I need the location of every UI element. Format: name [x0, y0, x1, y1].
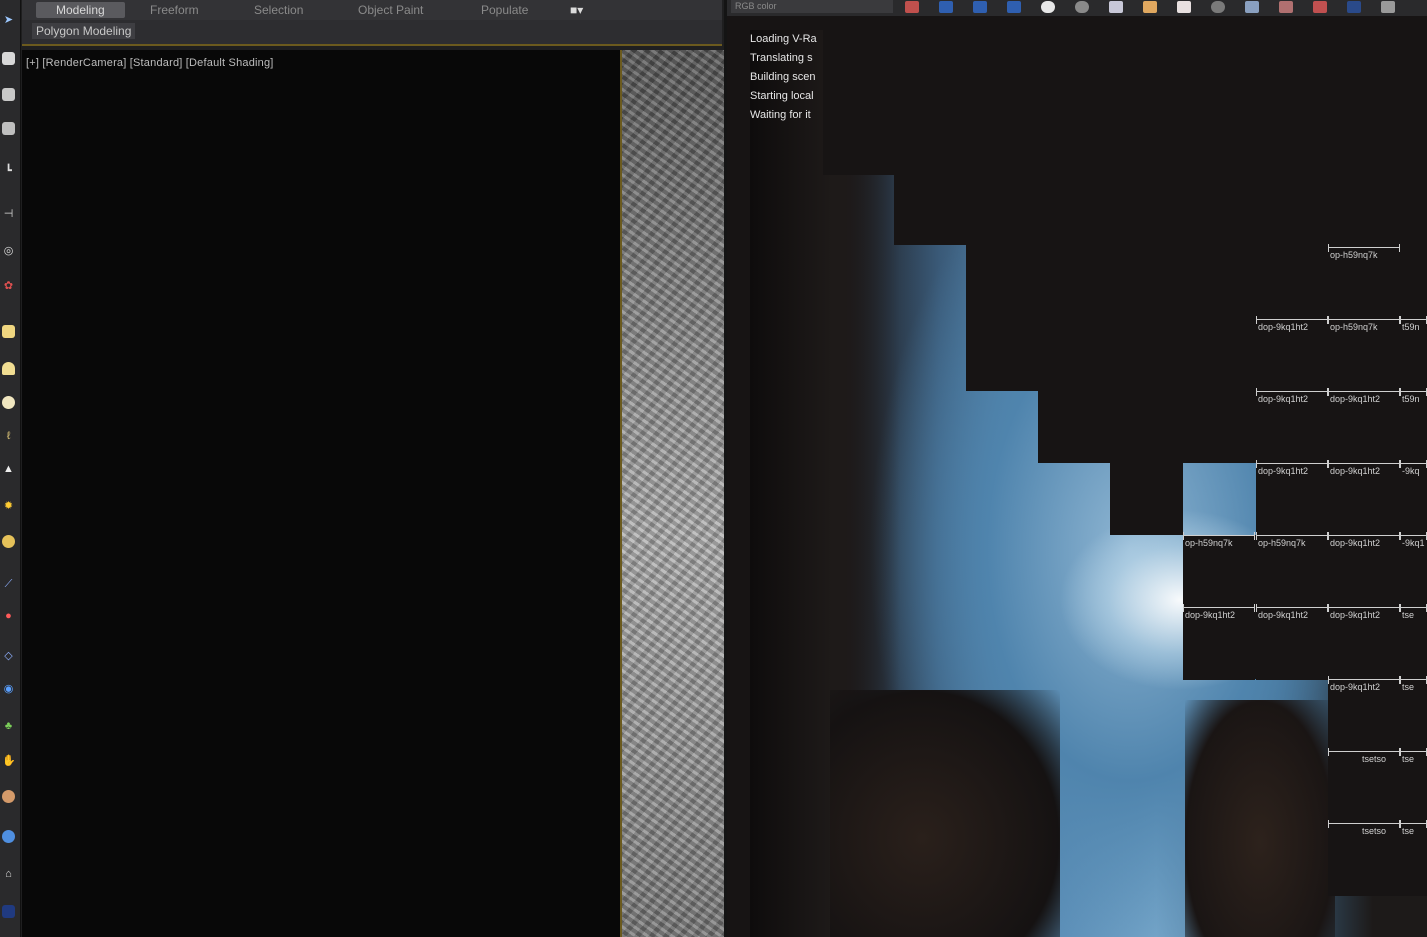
render-bucket: tse: [1400, 676, 1427, 752]
render-camera-viewport[interactable]: [+] [RenderCamera] [Standard] [Default S…: [22, 50, 620, 937]
render-button[interactable]: [1313, 1, 1327, 13]
cone-icon[interactable]: ▲: [2, 463, 15, 476]
viewport-geometry: [620, 50, 726, 937]
sphere-icon[interactable]: [2, 396, 15, 409]
alpha-channel-button[interactable]: [1041, 1, 1055, 13]
render-bucket: tsetso: [1328, 820, 1400, 896]
render-bucket: -9kq1: [1400, 532, 1427, 608]
polygon-modeling-panel[interactable]: Polygon Modeling: [32, 23, 136, 39]
stop-icon[interactable]: [1279, 1, 1293, 13]
render-icon[interactable]: [2, 830, 15, 843]
log-line: Building scen: [750, 71, 816, 83]
leaf-icon[interactable]: ♣: [2, 720, 15, 733]
log-line: Translating s: [750, 52, 813, 64]
render-bucket: dop-9kq1ht2: [1256, 388, 1328, 464]
render-bucket: tse: [1400, 820, 1427, 896]
mono-button[interactable]: [1075, 1, 1089, 13]
frame-buffer-toolbar: RGB color: [727, 0, 1427, 16]
render-bucket: dop-9kq1ht2: [1328, 460, 1400, 536]
log-line: Waiting for it: [750, 109, 811, 121]
grid-icon[interactable]: [2, 122, 15, 135]
light-icon[interactable]: ✹: [2, 500, 15, 513]
unrendered-region: [1110, 463, 1183, 535]
layer-icon[interactable]: [2, 52, 15, 65]
command-toolbar: ➤ ┗ ⊣ ◎ ✿ ℓ ▲ ✹ ⟋ ● ◇ ◉ ♣ ✋ ⌂: [0, 0, 21, 937]
render-bucket: t59n: [1400, 388, 1427, 464]
save-icon[interactable]: [1109, 1, 1123, 13]
ribbon-tabs: Modeling Freeform Selection Object Paint…: [22, 0, 722, 20]
log-line: Starting local: [750, 90, 814, 102]
log-line: Loading V-Ra: [750, 33, 817, 45]
bone-icon[interactable]: ✿: [2, 280, 15, 293]
link-icon[interactable]: ⊣: [2, 208, 15, 221]
circle-icon[interactable]: ◎: [2, 245, 15, 258]
red-channel-button[interactable]: [939, 1, 953, 13]
render-bucket: -9kq: [1400, 460, 1427, 536]
render-bucket: t59n: [1400, 316, 1427, 392]
cylinder-icon[interactable]: [2, 362, 15, 375]
blue-channel-button[interactable]: [1007, 1, 1021, 13]
render-bucket: op-h59nq7k: [1256, 532, 1328, 608]
render-bucket: op-h59nq7k: [1328, 316, 1400, 392]
render-rock-right: [1185, 700, 1335, 937]
settings-icon[interactable]: [1381, 1, 1395, 13]
render-bucket: op-h59nq7k: [1183, 532, 1255, 608]
color-picker-icon[interactable]: [905, 1, 919, 13]
tab-populate[interactable]: Populate: [481, 2, 528, 18]
green-channel-button[interactable]: [973, 1, 987, 13]
shape-icon[interactable]: ℓ: [2, 430, 15, 443]
clear-icon[interactable]: [1177, 1, 1191, 13]
tab-freeform[interactable]: Freeform: [150, 2, 199, 18]
ribbon-options-icon[interactable]: ■▾: [570, 2, 583, 18]
frame-icon[interactable]: [2, 905, 15, 918]
helper-icon[interactable]: ⟋: [2, 578, 15, 591]
load-icon[interactable]: [1143, 1, 1157, 13]
history-icon[interactable]: [1211, 1, 1225, 13]
render-bucket: dop-9kq1ht2: [1328, 532, 1400, 608]
hierarchy-icon[interactable]: ┗: [2, 165, 15, 178]
render-bucket: dop-9kq1ht2: [1256, 604, 1328, 680]
render-rock-arch: [830, 690, 1060, 937]
list-icon[interactable]: [2, 88, 15, 101]
render-bucket: tsetso: [1328, 748, 1400, 824]
modifier-icon[interactable]: ◇: [2, 650, 15, 663]
render-bucket: dop-9kq1ht2: [1328, 676, 1400, 752]
ribbon-panel: Polygon Modeling: [22, 20, 722, 46]
box-icon[interactable]: [2, 325, 15, 338]
select-arrow-icon[interactable]: ➤: [2, 14, 15, 27]
render-bucket: dop-9kq1ht2: [1328, 388, 1400, 464]
lens-effects-icon[interactable]: [1347, 1, 1361, 13]
render-bucket: dop-9kq1ht2: [1328, 604, 1400, 680]
render-bucket: tse: [1400, 604, 1427, 680]
tab-selection[interactable]: Selection: [254, 2, 303, 18]
lock-icon[interactable]: ⌂: [2, 868, 15, 881]
render-bucket: dop-9kq1ht2: [1256, 316, 1328, 392]
pin-icon[interactable]: ●: [2, 610, 15, 623]
unrendered-region: [823, 30, 1427, 175]
unrendered-region: [894, 175, 1427, 245]
material-icon[interactable]: [2, 790, 15, 803]
region-icon[interactable]: [1245, 1, 1259, 13]
render-bucket: dop-9kq1ht2: [1256, 460, 1328, 536]
render-log: Loading V-Ra Translating s Building scen…: [750, 30, 823, 130]
globe-icon[interactable]: ◉: [2, 683, 15, 696]
camera-icon[interactable]: [2, 535, 15, 548]
render-bucket: dop-9kq1ht2: [1183, 604, 1255, 680]
hand-icon[interactable]: ✋: [2, 755, 16, 768]
channel-select[interactable]: RGB color: [731, 0, 893, 13]
tab-modeling[interactable]: Modeling: [36, 2, 125, 18]
viewport-label[interactable]: [+] [RenderCamera] [Standard] [Default S…: [26, 57, 274, 69]
render-bucket: tse: [1400, 748, 1427, 824]
tab-object-paint[interactable]: Object Paint: [358, 2, 423, 18]
render-bucket: op-h59nq7k: [1328, 244, 1400, 320]
